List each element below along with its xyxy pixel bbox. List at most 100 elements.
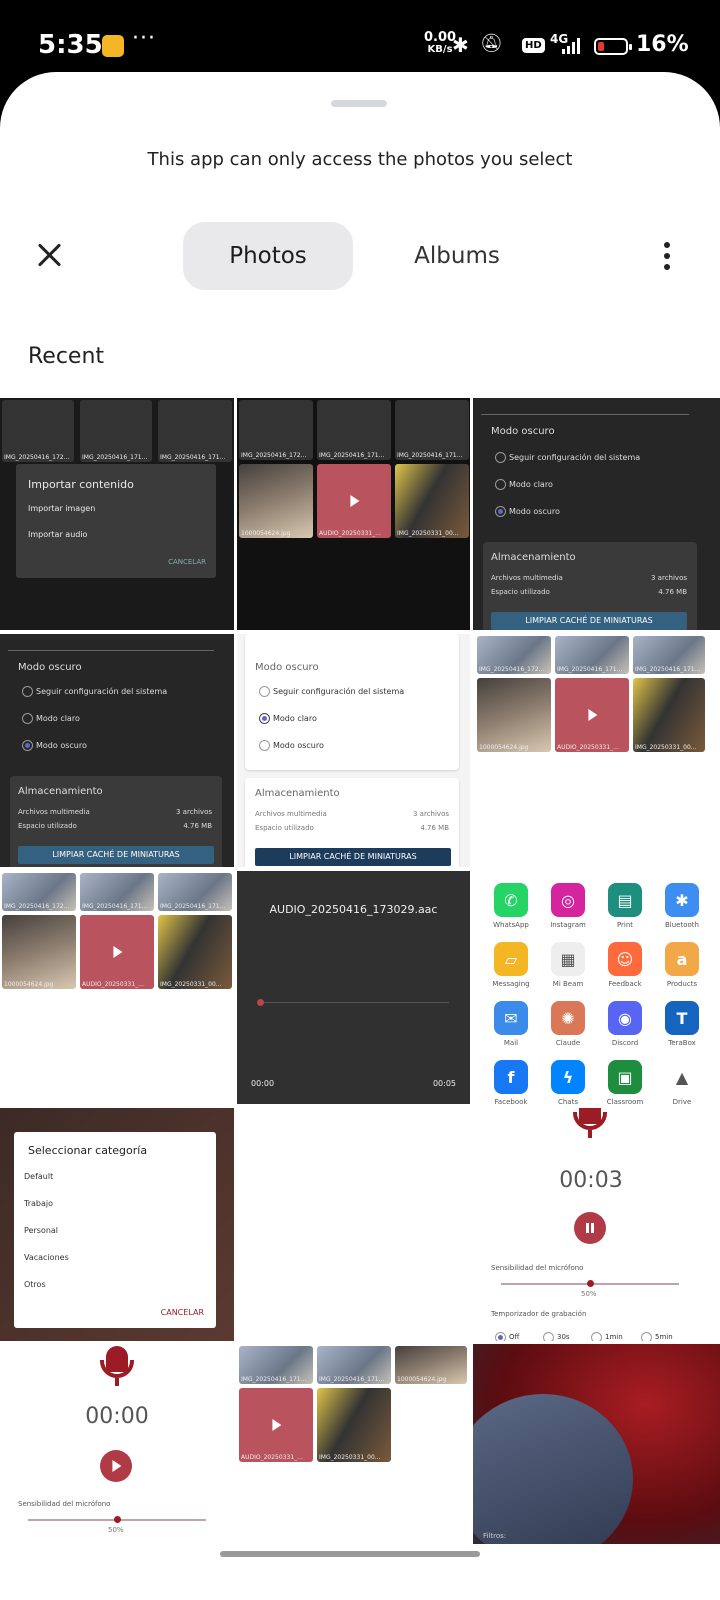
- seek-knob: [257, 999, 264, 1006]
- space-label: Espacio utilizado: [255, 824, 314, 832]
- thumb-image: IMG_20250416_171...: [555, 636, 629, 674]
- photo-tile-light-settings[interactable]: Modo oscuro Seguir configuración del sis…: [237, 634, 470, 867]
- thumb-label: 1000054624.jpg: [479, 744, 529, 751]
- thumb-image: IMG_20250416_171...: [317, 1346, 391, 1384]
- cancel-label: CANCELAR: [160, 1308, 204, 1317]
- timer-option: 30s: [557, 1333, 570, 1341]
- photo-tile-category-dialog[interactable]: Seleccionar categoría Default Trabajo Pe…: [0, 1108, 234, 1341]
- share-app-label: Drive: [672, 1098, 692, 1104]
- timer-option: 5min: [655, 1333, 673, 1341]
- clear-cache-button: LIMPIAR CACHÉ DE MINIATURAS: [491, 612, 687, 630]
- notes-app-icon: [102, 35, 124, 57]
- clock: 5:35: [38, 30, 103, 60]
- play-icon: [272, 1419, 282, 1431]
- share-app-claude: ✺ Claude: [542, 1001, 594, 1047]
- photo-tile-recorder[interactable]: 00:03 Sensibilidad del micrófono 50% Tem…: [473, 1108, 720, 1341]
- share-app-facebook: f Facebook: [485, 1060, 537, 1104]
- share-app-terabox: T TeraBox: [656, 1001, 708, 1047]
- thumb-image: IMG_20250416_171...: [80, 400, 152, 462]
- share-app-products: a Products: [656, 942, 708, 988]
- thumb-image: IMG_20250331_00...: [317, 1388, 391, 1462]
- gesture-bar[interactable]: [220, 1551, 480, 1557]
- share-app-label: Discord: [611, 1039, 639, 1047]
- signal-icon: [562, 38, 584, 54]
- filter-caption: Filtros:: [483, 1532, 507, 1540]
- share-app-label: Feedback: [608, 980, 642, 988]
- products-icon: a: [665, 942, 699, 976]
- photo-tile-gallery-light[interactable]: IMG_20250416_172... IMG_20250416_171... …: [0, 871, 234, 1104]
- thumb-image: IMG_20250416_171...: [158, 400, 232, 462]
- thumb-label: IMG_20250416_172...: [4, 903, 70, 910]
- radio-system: [22, 686, 33, 697]
- more-options-icon[interactable]: [662, 242, 672, 276]
- thumb-label: IMG_20250416_171...: [82, 903, 148, 910]
- thumb-image: IMG_20250416_172...: [2, 400, 74, 462]
- category-dialog: Seleccionar categoría Default Trabajo Pe…: [14, 1132, 216, 1328]
- close-icon[interactable]: [32, 238, 66, 272]
- photo-tile-recorder-idle[interactable]: 00:00 Sensibilidad del micrófono 50%: [0, 1344, 234, 1544]
- thumb-label: IMG_20250331_00...: [397, 530, 459, 537]
- battery-icon: [594, 38, 632, 55]
- recording-timer: 00:03: [559, 1168, 623, 1193]
- thumb-label: IMG_20250416_171...: [160, 454, 226, 461]
- photo-tile-blank[interactable]: [237, 1108, 470, 1341]
- photo-tile-gallery-light[interactable]: IMG_20250416_172... IMG_20250416_171... …: [473, 634, 720, 867]
- storage-card: Almacenamiento Archivos multimedia 3 arc…: [245, 778, 459, 867]
- photo-tile-dark-settings[interactable]: Modo oscuro Seguir configuración del sis…: [473, 398, 720, 630]
- thumb-label: AUDIO_20250331_...: [82, 981, 144, 988]
- thumb-label: IMG_20250416_172...: [241, 452, 307, 459]
- thumb-image: IMG_20250416_171...: [633, 636, 705, 674]
- photo-tile-gallery-light[interactable]: IMG_20250416_171... IMG_20250416_171... …: [237, 1344, 470, 1544]
- sensitivity-knob: [587, 1280, 594, 1287]
- media-value: 3 archivos: [413, 810, 449, 818]
- thumb-image: IMG_20250416_171...: [317, 400, 391, 460]
- radio-dark: [22, 740, 33, 751]
- space-value: 4.76 MB: [658, 588, 687, 596]
- thumb-image: IMG_20250416_171...: [395, 400, 469, 460]
- category-option: Default: [24, 1172, 54, 1181]
- thumb-image: IMG_20250416_171...: [239, 1346, 313, 1384]
- sensitivity-knob: [114, 1516, 121, 1523]
- thumb-image: IMG_20250331_00...: [633, 678, 705, 752]
- whatsapp-icon: ✆: [494, 883, 528, 917]
- tab-photos[interactable]: Photos: [183, 222, 353, 290]
- photo-tile-gallery[interactable]: IMG_20250416_172... IMG_20250416_171... …: [237, 398, 470, 630]
- hd-badge: HD: [522, 38, 545, 53]
- radio-timer-5min: [641, 1332, 652, 1341]
- storage-title: Almacenamiento: [255, 788, 340, 799]
- share-app-drive: ▲ Drive: [656, 1060, 708, 1104]
- sensitivity-value: 50%: [108, 1526, 124, 1534]
- option-label: Seguir configuración del sistema: [36, 687, 168, 696]
- share-app-print: ▤ Print: [599, 883, 651, 929]
- timer-option: 1min: [605, 1333, 623, 1341]
- setting-title: Modo oscuro: [491, 426, 555, 437]
- share-app-label: Mi Beam: [552, 980, 584, 988]
- thumb-image: IMG_20250416_172...: [239, 400, 313, 460]
- claude-icon: ✺: [551, 1001, 585, 1035]
- thumb-label: 1000054624.jpg: [241, 530, 291, 537]
- audio-filename: AUDIO_20250416_173029.aac: [269, 903, 438, 916]
- category-option: Vacaciones: [24, 1253, 69, 1262]
- more-notifications-icon: ···: [132, 26, 156, 51]
- share-app-bluetooth: ✱ Bluetooth: [656, 883, 708, 929]
- divider: [8, 650, 214, 651]
- thumb-image: IMG_20250416_171...: [158, 873, 232, 911]
- section-title: Recent: [28, 344, 105, 369]
- option-label: Seguir configuración del sistema: [273, 687, 405, 696]
- share-app-label: Instagram: [550, 921, 586, 929]
- photo-tile-chair[interactable]: Filtros:: [473, 1344, 720, 1544]
- thumb-label: IMG_20250416_171...: [557, 666, 623, 673]
- photo-tile-import-dialog[interactable]: IMG_20250416_172... IMG_20250416_171... …: [0, 398, 234, 630]
- thumb-image: 1000054624.jpg: [477, 678, 551, 752]
- sensitivity-label: Sensibilidad del micrófono: [491, 1264, 584, 1272]
- space-value: 4.76 MB: [420, 824, 449, 832]
- dark-mode-card: Modo oscuro Seguir configuración del sis…: [245, 634, 459, 770]
- photo-tile-dark-settings[interactable]: Modo oscuro Seguir configuración del sis…: [0, 634, 234, 867]
- thumb-label: 1000054624.jpg: [397, 1376, 447, 1383]
- drag-handle[interactable]: [331, 100, 387, 107]
- category-option: Trabajo: [24, 1199, 53, 1208]
- photo-tile-share-apps[interactable]: ✆ WhatsApp ◎ Instagram ▤ Print ✱ Bluetooth ▱ Mess…: [473, 871, 720, 1104]
- photo-tile-audio-player[interactable]: AUDIO_20250416_173029.aac 00:00 00:05: [237, 871, 470, 1104]
- bluetooth-icon: ✱: [452, 33, 469, 57]
- tab-albums[interactable]: Albums: [392, 222, 522, 290]
